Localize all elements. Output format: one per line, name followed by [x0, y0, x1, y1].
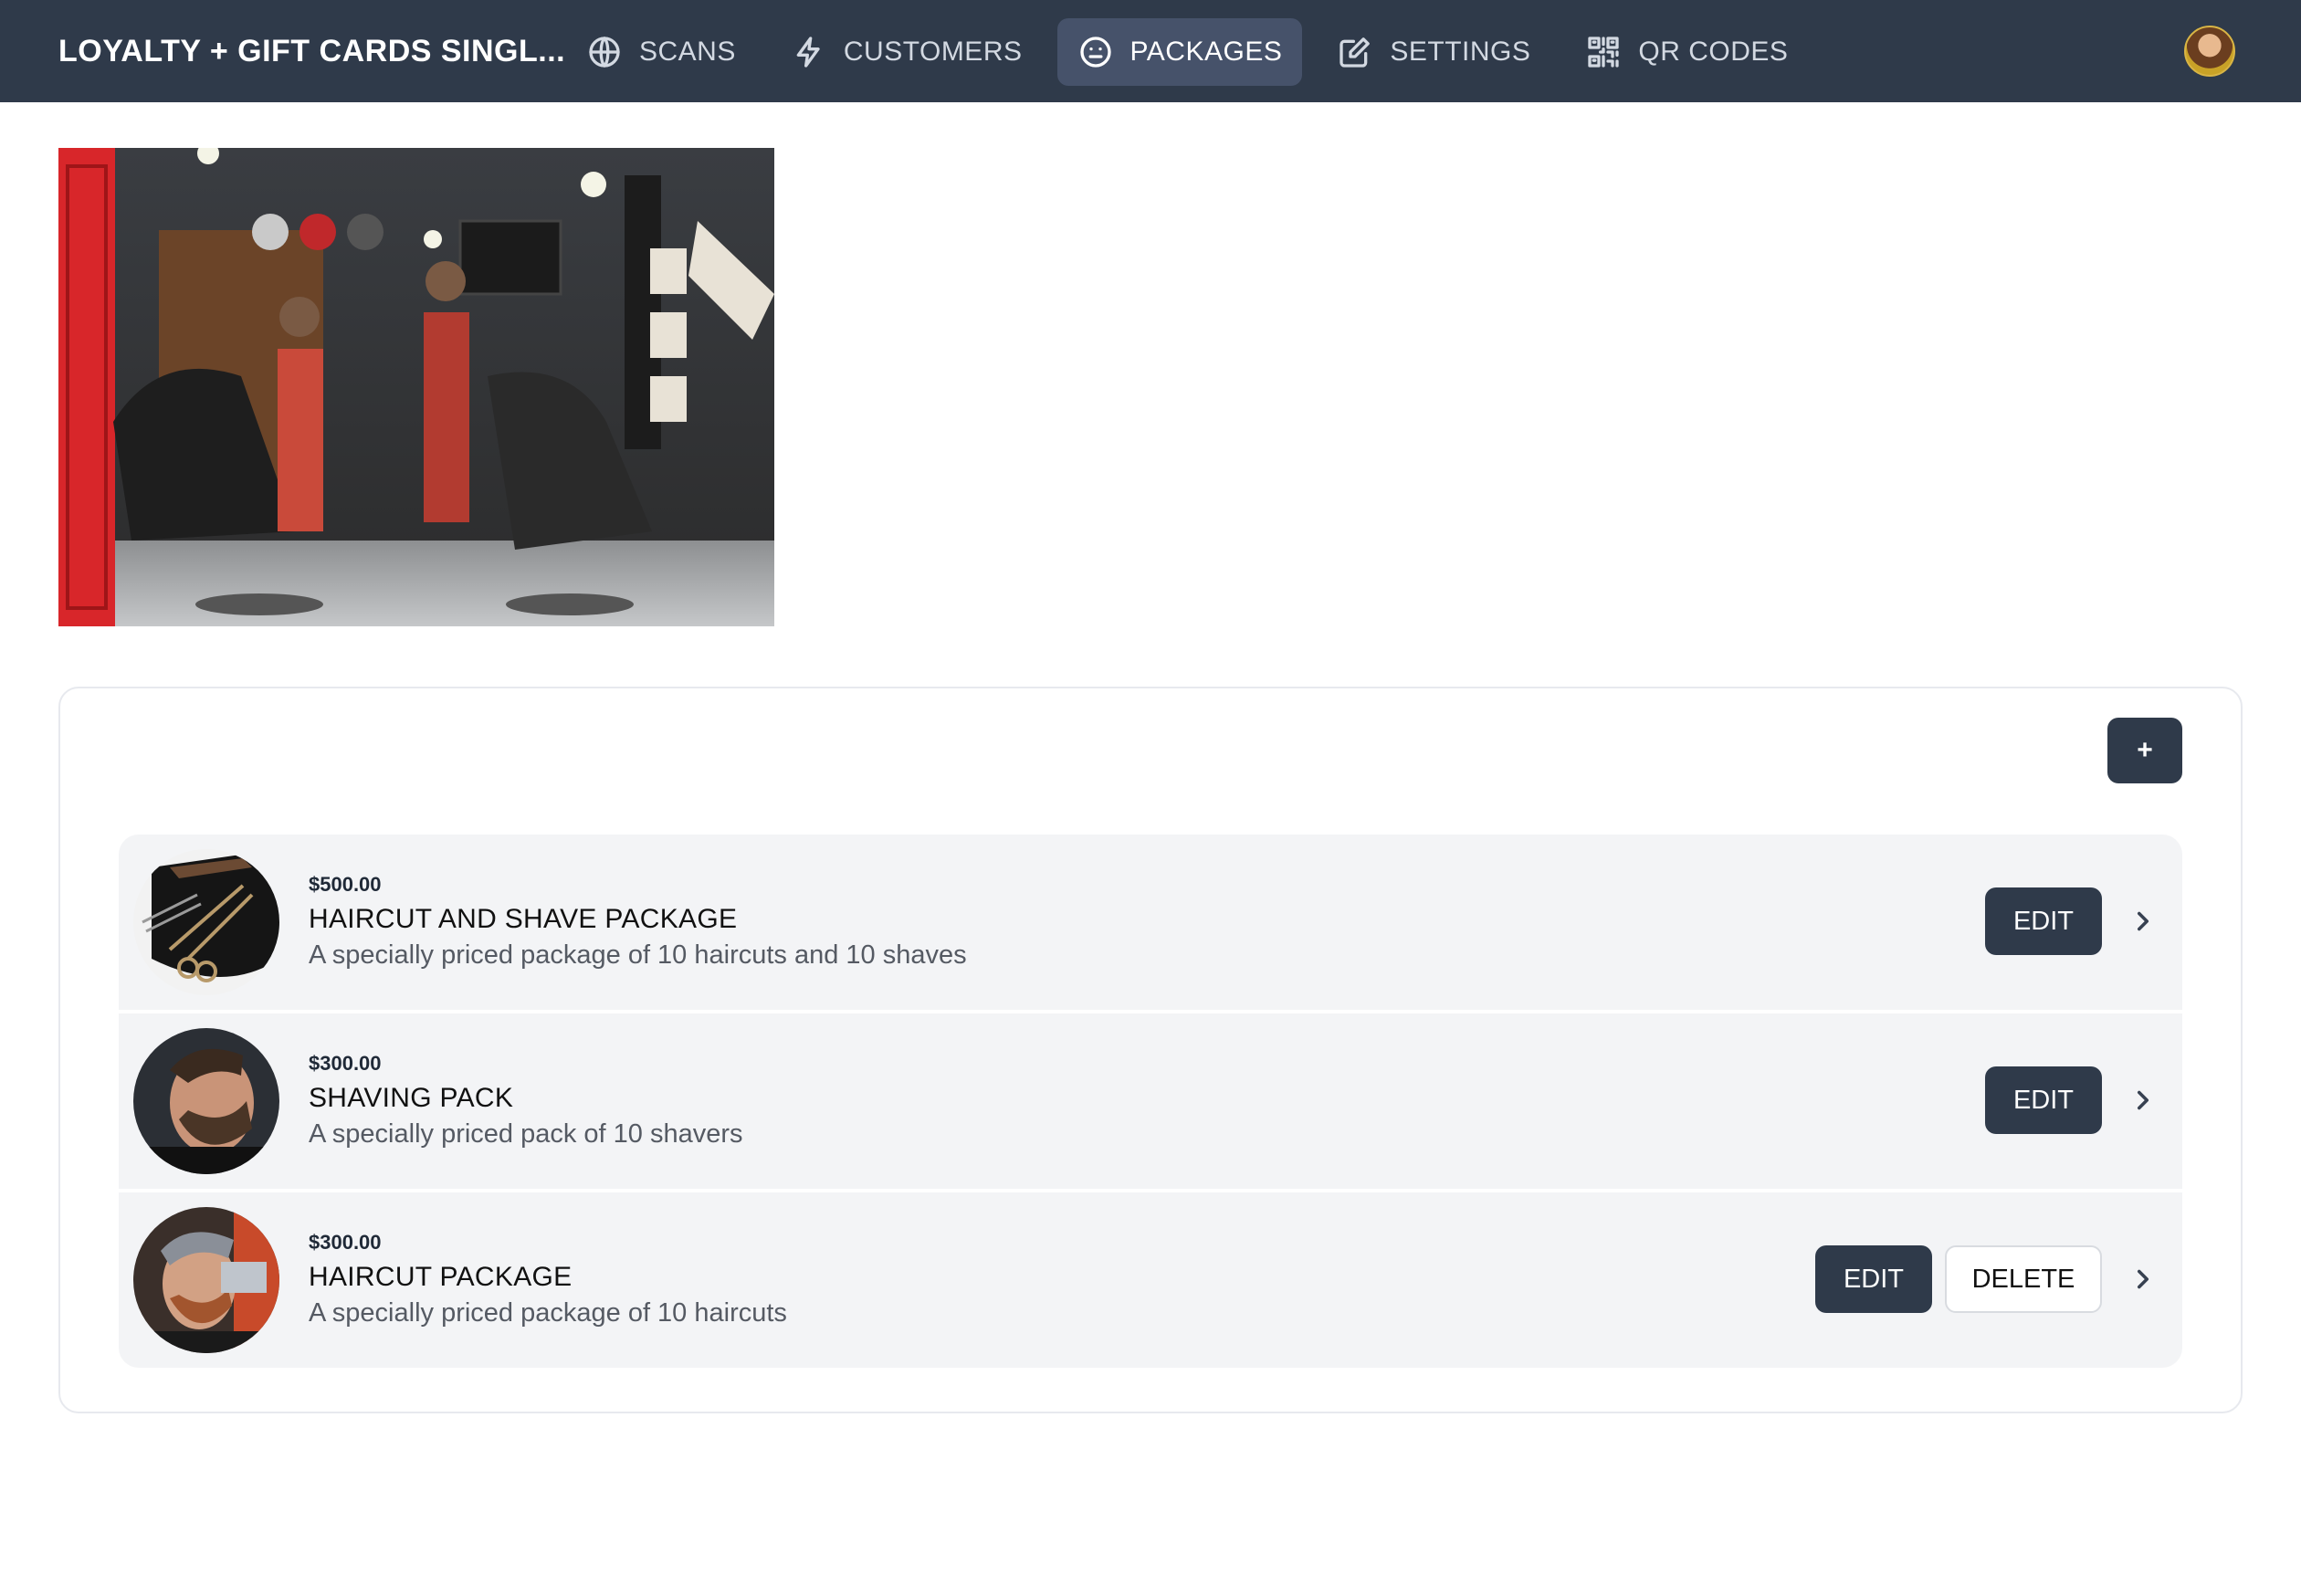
nav-label-packages: PACKAGES [1129, 37, 1283, 67]
chevron-right-icon[interactable] [2128, 1264, 2159, 1295]
nav-label-scans: SCANS [639, 37, 736, 67]
nav-item-scans[interactable]: SCANS [566, 18, 756, 86]
hero-image [58, 148, 774, 626]
face-icon [1079, 37, 1111, 68]
top-nav-bar: LOYALTY + GIFT CARDS SINGL... SCANS CUST… [0, 0, 2301, 102]
chevron-right-icon[interactable] [2128, 906, 2159, 937]
package-image-haircut [133, 1207, 279, 1353]
globe-icon [589, 37, 620, 68]
nav-item-customers[interactable]: CUSTOMERS [771, 18, 1043, 86]
nav-label-qr-codes: QR CODES [1638, 37, 1789, 67]
main-nav: SCANS CUSTOMERS PACKAGES SETTINGS QR COD… [566, 18, 1808, 86]
edit-button[interactable]: EDIT [1985, 887, 2102, 955]
package-image-scissors [133, 849, 279, 995]
user-avatar[interactable] [2184, 26, 2235, 77]
edit-button[interactable]: EDIT [1815, 1245, 1932, 1313]
nav-item-packages[interactable]: PACKAGES [1056, 18, 1303, 86]
list-item[interactable]: $300.00 SHAVING PACK A specially priced … [119, 1013, 2182, 1189]
package-image-shave [133, 1028, 279, 1174]
package-title: SHAVING PACK [309, 1083, 514, 1113]
qr-code-icon [1588, 37, 1620, 68]
nav-label-settings: SETTINGS [1390, 37, 1531, 67]
package-price: $500.00 [309, 873, 382, 896]
package-price: $300.00 [309, 1231, 382, 1254]
package-description: A specially priced package of 10 haircut… [309, 1298, 787, 1328]
delete-button[interactable]: DELETE [1945, 1245, 2102, 1313]
list-item[interactable]: $500.00 HAIRCUT AND SHAVE PACKAGE A spec… [119, 835, 2182, 1010]
bolt-icon [796, 37, 820, 68]
nav-item-qr-codes[interactable]: QR CODES [1565, 18, 1808, 86]
list-item[interactable]: $300.00 HAIRCUT PACKAGE A specially pric… [119, 1192, 2182, 1368]
package-price: $300.00 [309, 1052, 382, 1075]
packages-list: $500.00 HAIRCUT AND SHAVE PACKAGE A spec… [119, 835, 2182, 1368]
package-description: A specially priced pack of 10 shavers [309, 1119, 743, 1149]
package-description: A specially priced package of 10 haircut… [309, 940, 967, 970]
nav-item-settings[interactable]: SETTINGS [1317, 18, 1550, 86]
chevron-right-icon[interactable] [2128, 1085, 2159, 1116]
edit-icon [1340, 37, 1371, 68]
edit-button[interactable]: EDIT [1985, 1066, 2102, 1134]
add-package-button[interactable]: + [2107, 718, 2182, 783]
package-title: HAIRCUT PACKAGE [309, 1262, 573, 1292]
package-title: HAIRCUT AND SHAVE PACKAGE [309, 904, 738, 934]
nav-label-customers: CUSTOMERS [843, 37, 1023, 67]
app-title[interactable]: LOYALTY + GIFT CARDS SINGL... [58, 0, 565, 102]
